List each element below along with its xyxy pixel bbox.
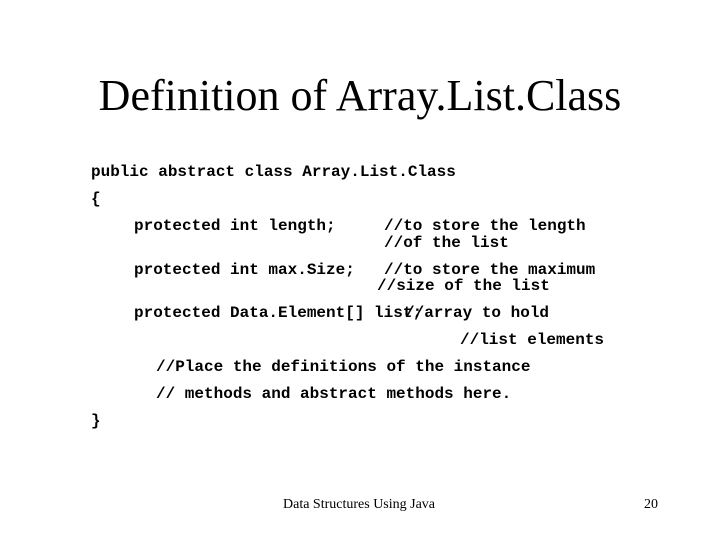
code-list-comment-2: //list elements xyxy=(460,331,605,349)
code-placeholder-comment-2: // methods and abstract methods here. xyxy=(156,385,512,403)
footer-page-number: 20 xyxy=(644,497,658,512)
code-length-comment-2: //of the list xyxy=(384,234,509,252)
code-length-comment-1: //to store the length xyxy=(384,217,586,235)
slide: Definition of Array.List.Class public ab… xyxy=(0,0,720,540)
code-maxsize-comment-2: //size of the list xyxy=(377,277,550,295)
code-class-declaration: public abstract class Array.List.Class xyxy=(91,163,456,181)
code-maxsize-field: protected int max.Size; xyxy=(134,261,355,279)
code-list-field: protected Data.Element[] list; xyxy=(134,304,423,322)
slide-title: Definition of Array.List.Class xyxy=(98,71,622,120)
code-length-field: protected int length; xyxy=(134,217,336,235)
footer-course-title: Data Structures Using Java xyxy=(283,497,436,512)
code-placeholder-comment-1: //Place the definitions of the instance xyxy=(156,358,531,376)
code-open-brace: { xyxy=(91,190,101,208)
code-list-comment-1: //array to hold xyxy=(405,304,550,322)
code-close-brace: } xyxy=(91,412,101,430)
